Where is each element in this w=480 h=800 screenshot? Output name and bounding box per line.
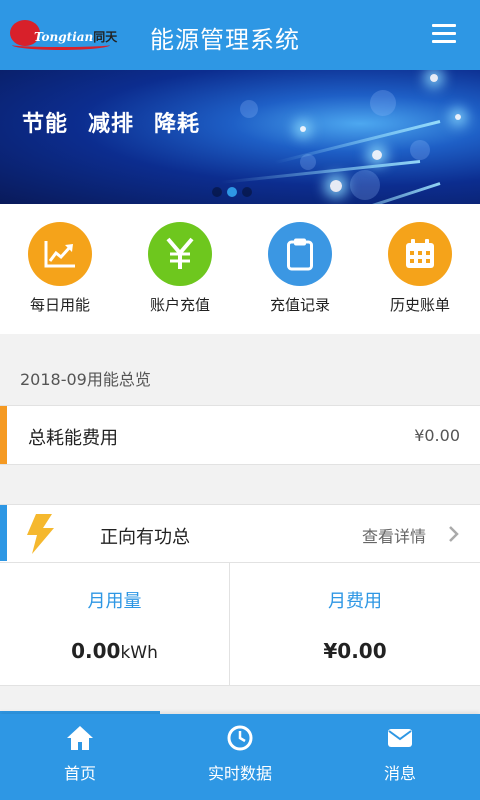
monthly-usage-value: 0.00kWh [71, 639, 158, 663]
total-cost-label: 总耗能费用 [28, 428, 118, 449]
company-logo: Tongtian同天 [8, 14, 117, 54]
quick-menu: 每日用能 账户充值 充值记录 历史账单 [0, 204, 480, 334]
yen-icon [148, 222, 212, 286]
quick-item-label: 账户充值 [149, 296, 210, 314]
lightning-icon [24, 513, 56, 559]
total-cost-value: ¥0.00 [414, 426, 460, 445]
monthly-cost-label: 月费用 [328, 591, 382, 612]
quick-item-label: 充值记录 [269, 296, 330, 314]
calendar-icon [388, 222, 452, 286]
clipboard-icon [268, 222, 332, 286]
app-screen: Tongtian同天 能源管理系统 节能 减排 降耗 每日用能 账户充值 充值记… [0, 0, 480, 800]
accent-bar [0, 505, 7, 561]
quick-item-label: 历史账单 [389, 296, 450, 314]
quick-item-label: 每日用能 [29, 296, 90, 314]
nav-label: 首页 [63, 764, 96, 783]
divider [0, 562, 480, 563]
carousel-dot[interactable] [212, 187, 222, 197]
mail-icon [386, 724, 414, 752]
app-title: 能源管理系统 [150, 26, 300, 54]
view-details-link[interactable]: 查看详情 [362, 523, 426, 547]
nav-realtime-data[interactable]: 实时数据 [160, 714, 320, 800]
trend-chart-icon [28, 222, 92, 286]
monthly-cost-value: ¥0.00 [323, 639, 387, 663]
clock-icon [226, 724, 254, 752]
chevron-right-icon[interactable] [448, 525, 460, 547]
app-header: Tongtian同天 能源管理系统 [0, 0, 480, 70]
nav-label: 消息 [383, 764, 416, 783]
accent-bar [0, 406, 7, 464]
nav-messages[interactable]: 消息 [320, 714, 480, 800]
quick-item-daily-energy[interactable]: 每日用能 [0, 222, 120, 315]
quick-item-recharge[interactable]: 账户充值 [120, 222, 240, 315]
quick-item-recharge-records[interactable]: 充值记录 [240, 222, 360, 315]
total-cost-card: 总耗能费用 ¥0.00 [0, 405, 480, 465]
carousel-indicator[interactable] [212, 182, 257, 201]
quick-item-history-bills[interactable]: 历史账单 [360, 222, 480, 315]
carousel-dot-active[interactable] [227, 187, 237, 197]
energy-card: 正向有功总 查看详情 月用量 0.00kWh 月费用 ¥0.00 [0, 504, 480, 686]
monthly-cost-stat: 月费用 ¥0.00 [230, 587, 480, 663]
nav-home[interactable]: 首页 [0, 714, 160, 800]
banner-slogan: 节能 减排 降耗 [22, 112, 201, 137]
menu-icon[interactable] [432, 24, 456, 44]
energy-label: 正向有功总 [100, 527, 190, 548]
promo-banner[interactable]: 节能 减排 降耗 [0, 70, 480, 204]
monthly-usage-label: 月用量 [87, 591, 142, 612]
carousel-dot[interactable] [242, 187, 252, 197]
nav-label: 实时数据 [207, 764, 272, 783]
summary-title: 2018-09用能总览 [20, 370, 151, 389]
home-icon [66, 724, 94, 752]
bottom-nav: 首页 实时数据 消息 [0, 714, 480, 800]
monthly-usage-stat: 月用量 0.00kWh [0, 587, 229, 663]
